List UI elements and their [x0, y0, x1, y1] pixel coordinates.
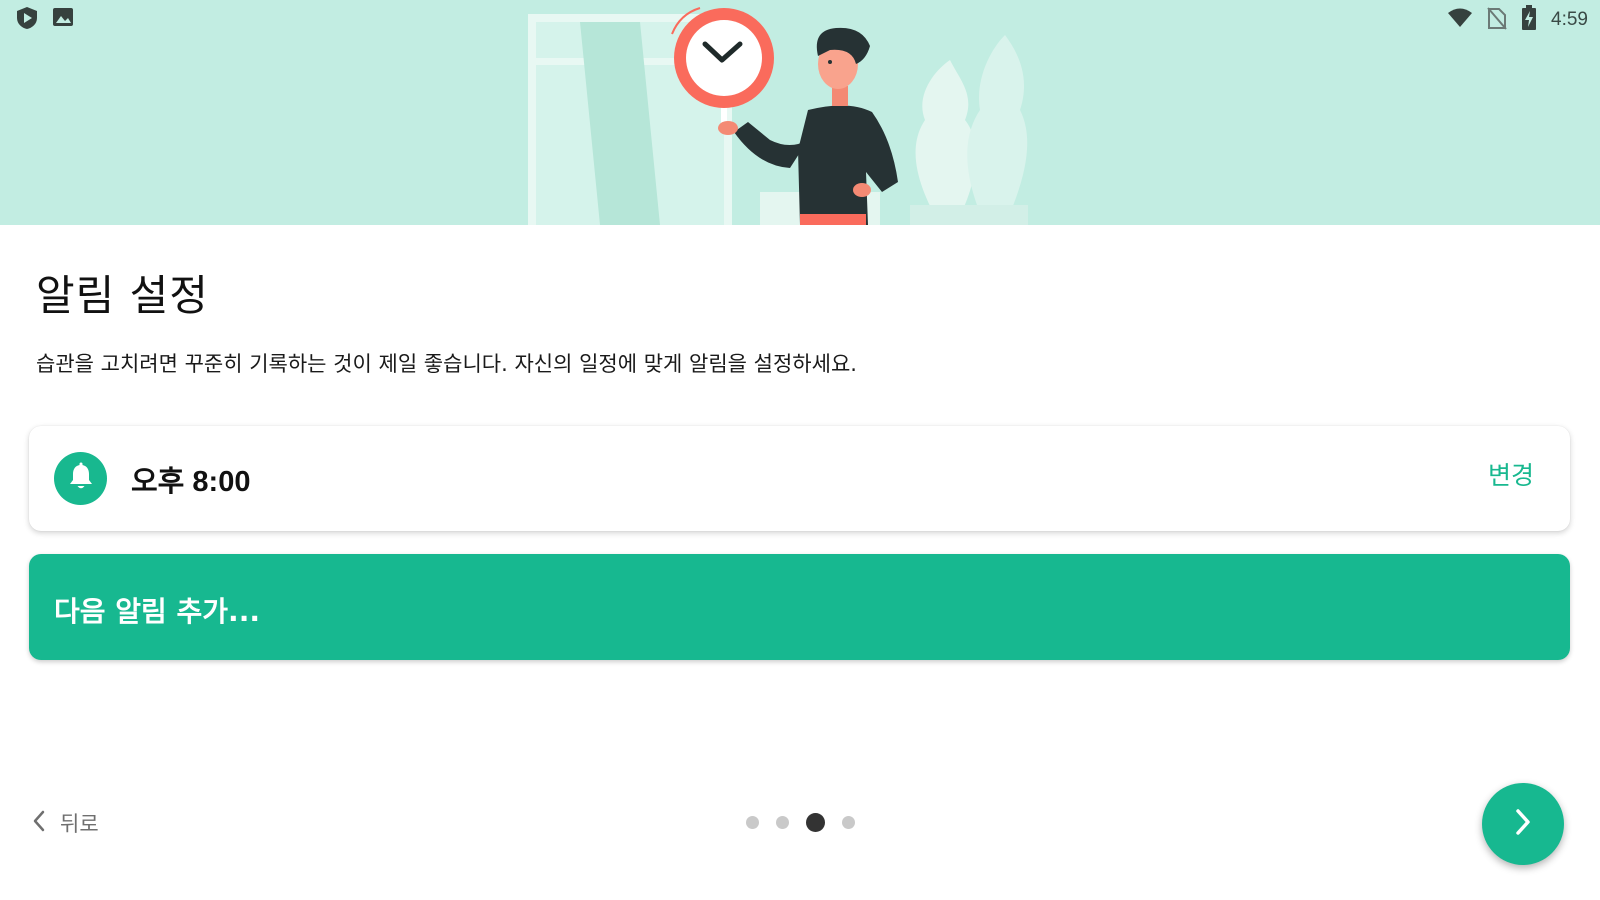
page-dot [776, 816, 789, 829]
chevron-right-icon [1513, 807, 1533, 841]
wifi-icon [1447, 7, 1473, 33]
page-description: 습관을 고치려면 꾸준히 기록하는 것이 제일 좋습니다. 자신의 일정에 맞게… [36, 352, 857, 376]
page-dot [746, 816, 759, 829]
next-button[interactable] [1482, 783, 1564, 865]
status-bar: 4:59 [0, 0, 1600, 36]
chevron-left-icon [32, 810, 46, 836]
page-indicator [746, 813, 855, 832]
add-reminder-button[interactable]: 다음 알림 추가... [29, 554, 1570, 660]
no-sim-icon [1487, 6, 1507, 34]
back-label: 뒤로 [60, 812, 99, 836]
page-title: 알림 설정 [36, 271, 209, 320]
battery-charging-icon [1521, 5, 1537, 35]
clock-time: 4:59 [1551, 9, 1588, 30]
bell-badge [54, 452, 107, 505]
shield-play-icon [16, 6, 38, 34]
bell-icon [67, 462, 95, 496]
add-reminder-label: 다음 알림 추가... [54, 595, 260, 628]
reminder-time: 오후 8:00 [131, 466, 251, 498]
reminder-card: 오후 8:00 변경 [29, 426, 1570, 531]
image-icon [52, 6, 74, 34]
page-dot-active [806, 813, 825, 832]
page-dot [842, 816, 855, 829]
change-time-button[interactable]: 변경 [1488, 456, 1534, 492]
back-button[interactable]: 뒤로 [32, 808, 99, 838]
